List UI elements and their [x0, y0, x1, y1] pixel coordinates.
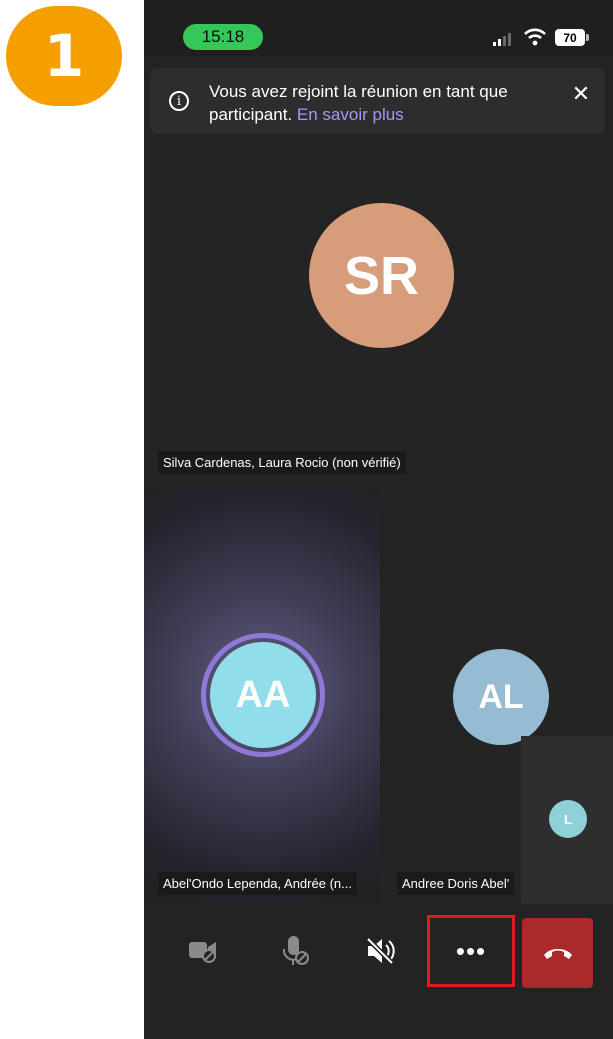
avatar: SR [309, 203, 454, 348]
step-number-badge: 1 [6, 6, 122, 106]
participant-name: Andree Doris Abel' [397, 872, 515, 895]
participant-tile-sr[interactable]: SR Silva Cardenas, Laura Rocio (non véri… [144, 140, 613, 485]
notice-message: Vous avez rejoint la réunion en tant que… [209, 80, 559, 126]
speaker-muted-icon [366, 937, 395, 965]
status-bar: 15:18 70 [144, 0, 613, 56]
hang-up-button[interactable] [522, 918, 593, 988]
wifi-icon [524, 28, 546, 46]
participant-name: Silva Cardenas, Laura Rocio (non vérifié… [158, 451, 406, 474]
battery-icon: 70 [555, 29, 589, 46]
speaker-toggle-button[interactable] [344, 915, 418, 987]
step-number: 1 [43, 22, 85, 90]
avatar: AL [453, 649, 549, 745]
avatar: AA [210, 642, 316, 748]
hang-up-icon [543, 949, 572, 959]
self-avatar: L [549, 800, 587, 838]
phone-screen: 15:18 70 i Vous avez rejoint la réunion … [144, 0, 613, 1039]
call-toolbar: ••• [144, 907, 613, 1039]
self-view-tile[interactable]: L [521, 736, 613, 904]
microphone-toggle-button[interactable] [259, 915, 333, 987]
mic-off-icon [282, 936, 309, 965]
camera-toggle-button[interactable] [167, 915, 241, 987]
learn-more-link[interactable]: En savoir plus [297, 105, 404, 124]
participant-tile-aa[interactable]: AA Abel'Ondo Lependa, Andrée (n... [144, 488, 380, 902]
participant-name: Abel'Ondo Lependa, Andrée (n... [158, 872, 357, 895]
signal-icon [493, 33, 511, 46]
join-notice-banner: i Vous avez rejoint la réunion en tant q… [150, 68, 605, 134]
more-options-button[interactable]: ••• [427, 915, 515, 987]
status-time: 15:18 [183, 24, 263, 50]
close-icon[interactable]: ✕ [569, 82, 593, 106]
camera-off-icon [189, 942, 216, 963]
info-icon: i [169, 91, 189, 111]
